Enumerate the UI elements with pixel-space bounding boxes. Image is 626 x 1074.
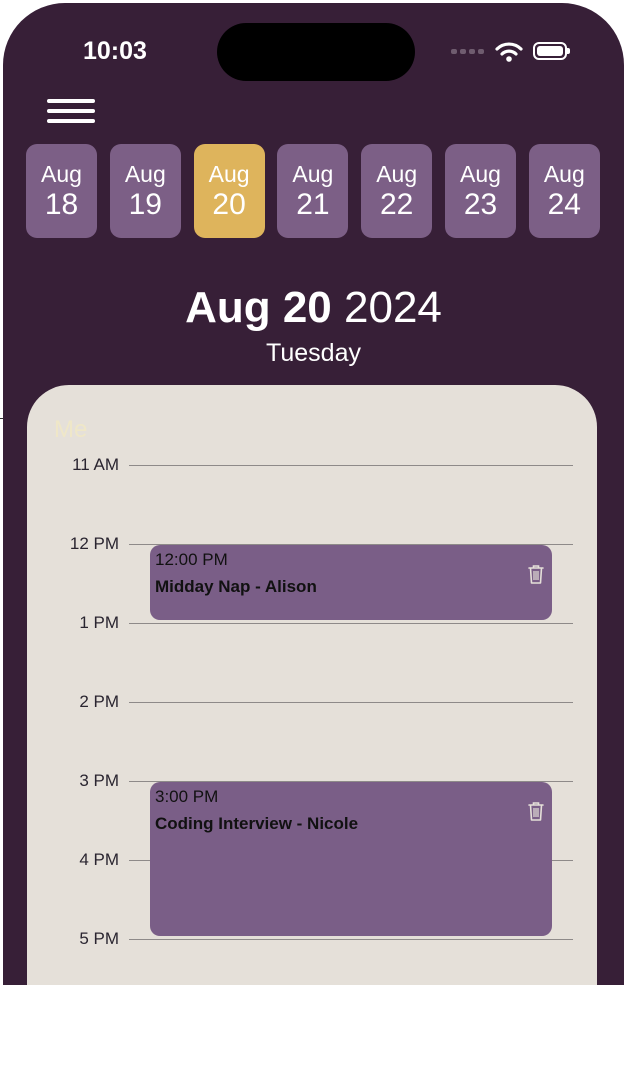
date-chip-day: 23 bbox=[463, 188, 498, 221]
date-chip-day: 18 bbox=[44, 188, 79, 221]
date-chip-month: Aug bbox=[376, 161, 418, 187]
date-chip-month: Aug bbox=[41, 161, 82, 187]
date-chip-day: 19 bbox=[128, 188, 162, 221]
trash-icon[interactable] bbox=[526, 800, 546, 822]
app-screen: 10:03 Aug 18 Aug 19 Aug 20 Aug 21 Aug 22 Aug 23 Aug 2… bbox=[3, 3, 624, 985]
hamburger-menu-icon[interactable] bbox=[47, 99, 97, 127]
date-chip-day: 22 bbox=[380, 188, 414, 221]
selected-weekday: Tuesday bbox=[266, 339, 361, 367]
date-chip-month: Aug bbox=[543, 161, 585, 187]
date-chip-21[interactable]: Aug 21 bbox=[277, 144, 349, 238]
event-time: 3:00 PM bbox=[155, 787, 219, 806]
date-chip-month: Aug bbox=[208, 161, 250, 187]
date-chip-20[interactable]: Aug 20 bbox=[193, 144, 265, 238]
owner-label: Me bbox=[54, 416, 88, 443]
hour-label: 1 PM bbox=[79, 613, 119, 632]
hour-row: 11 AM bbox=[27, 455, 597, 475]
hour-label: 12 PM bbox=[69, 534, 119, 553]
trash-icon[interactable] bbox=[526, 563, 546, 585]
selected-year: 2024 bbox=[344, 283, 442, 332]
hour-label: 3 PM bbox=[79, 771, 119, 790]
event-card[interactable]: 12:00 PM Midday Nap - Alison bbox=[150, 545, 552, 621]
hour-divider bbox=[129, 702, 573, 703]
date-chip-month: Aug bbox=[460, 161, 501, 187]
hour-label: 2 PM bbox=[79, 692, 119, 711]
cellular-signal-icon bbox=[451, 49, 484, 54]
date-chip-18[interactable]: Aug 18 bbox=[26, 144, 97, 238]
date-chip-22[interactable]: Aug 22 bbox=[361, 144, 433, 238]
event-title: Coding Interview - Nicole bbox=[155, 814, 359, 833]
date-chip-month: Aug bbox=[292, 161, 334, 187]
battery-icon bbox=[533, 42, 570, 60]
event-time: 12:00 PM bbox=[155, 550, 228, 569]
wifi-icon bbox=[495, 42, 523, 62]
status-time: 10:03 bbox=[83, 37, 147, 65]
hour-divider bbox=[129, 623, 573, 624]
event-card[interactable]: 3:00 PM Coding Interview - Nicole bbox=[150, 782, 552, 937]
hour-divider bbox=[129, 465, 573, 466]
date-chip-23[interactable]: Aug 23 bbox=[445, 144, 516, 238]
hour-label: 4 PM bbox=[79, 850, 119, 869]
date-chip-month: Aug bbox=[124, 161, 166, 187]
selected-date: Aug 20 bbox=[185, 283, 332, 332]
hour-label: 5 PM bbox=[79, 929, 119, 948]
event-title: Midday Nap - Alison bbox=[155, 577, 317, 596]
date-chip-19[interactable]: Aug 19 bbox=[109, 144, 181, 238]
selected-date-heading: Aug 20 2024 bbox=[3, 283, 624, 333]
date-chip-day: 20 bbox=[212, 188, 246, 221]
date-chip-day: 24 bbox=[547, 188, 581, 221]
schedule-panel: Me 11 AM 12 PM 1 PM 2 PM 3 PM 4 PM 5 PM 12:00 P… bbox=[27, 385, 597, 985]
hour-row: 2 PM bbox=[27, 692, 597, 712]
date-chip-24[interactable]: Aug 24 bbox=[528, 144, 600, 238]
hour-divider bbox=[129, 939, 573, 940]
hour-label: 11 AM bbox=[72, 455, 119, 474]
date-chip-day: 21 bbox=[296, 188, 330, 221]
dynamic-island bbox=[217, 23, 415, 81]
